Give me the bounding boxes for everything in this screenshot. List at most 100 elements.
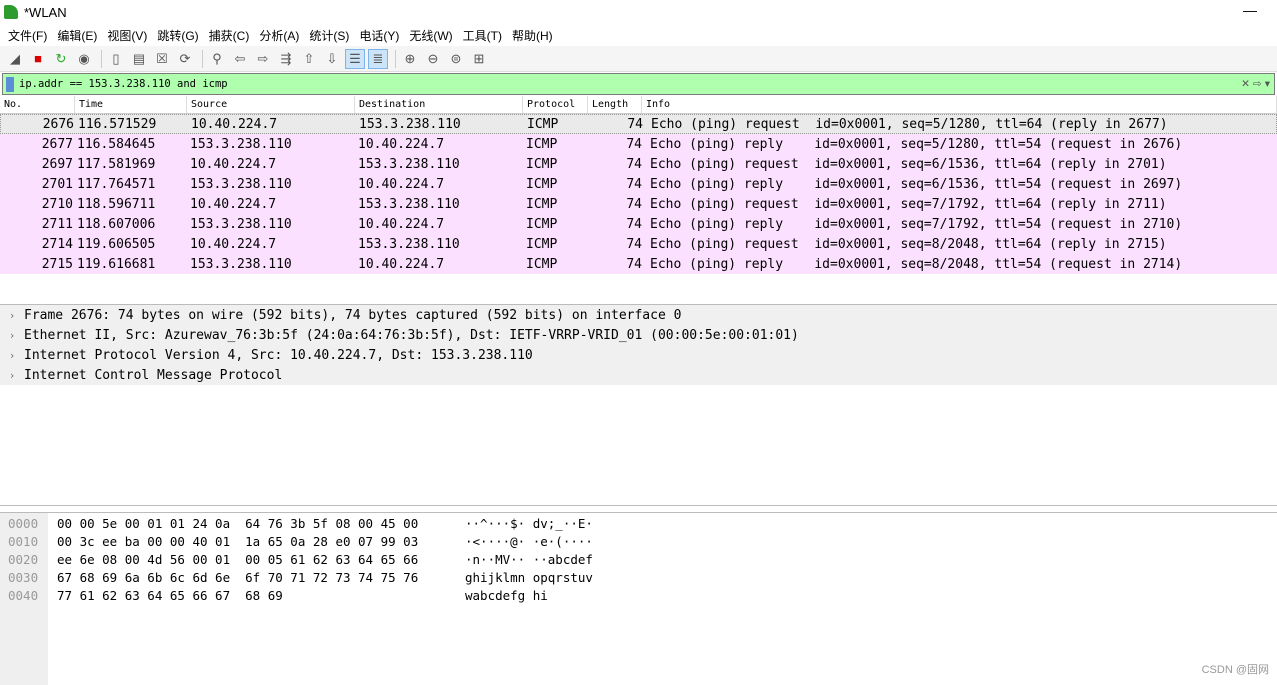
zoom-normal-button[interactable]: ⊜ bbox=[446, 49, 466, 69]
column-header-info[interactable]: Info bbox=[642, 96, 1277, 113]
main-toolbar: ◢ ■ ↻ ◉ ▯ ▤ ☒ ⟳ ⚲ ⇦ ⇨ ⇶ ⇧ ⇩ ☰ ≣ ⊕ ⊖ ⊜ ⊞ bbox=[0, 46, 1277, 72]
window-title: *WLAN bbox=[24, 4, 67, 20]
open-icon: ▯ bbox=[112, 50, 120, 66]
cell-time: 118.596711 bbox=[77, 196, 156, 212]
colorize-icon: ≣ bbox=[372, 50, 384, 66]
detail-tree-item[interactable]: › Internet Control Message Protocol bbox=[0, 365, 1277, 385]
hex-bytes[interactable]: 00 3c ee ba 00 00 40 01 1a 65 0a 28 e0 0… bbox=[48, 534, 465, 549]
detail-tree-item[interactable]: › Ethernet II, Src: Azurewav_76:3b:5f (24… bbox=[0, 325, 1277, 345]
zoom-in-icon: ⊕ bbox=[404, 50, 416, 66]
hex-bytes[interactable]: 77 61 62 63 64 65 66 67 68 69 bbox=[48, 588, 465, 603]
menu-item[interactable]: 捕获(C) bbox=[209, 27, 250, 44]
menu-item[interactable]: 帮助(H) bbox=[512, 27, 553, 44]
last-packet-icon: ⇩ bbox=[326, 50, 338, 66]
zoom-out-button[interactable]: ⊖ bbox=[423, 49, 443, 69]
cell-no: 2701 bbox=[41, 176, 73, 192]
display-filter-bar: ip.addr == 153.3.238.110 and icmp ✕ ⇨ ▾ bbox=[2, 73, 1275, 95]
clear-filter-button[interactable]: ✕ bbox=[1241, 78, 1250, 90]
apply-filter-button[interactable]: ⇨ bbox=[1253, 78, 1262, 90]
cell-info: Echo (ping) reply id=0x0001, seq=8/2048,… bbox=[650, 256, 1183, 272]
last-packet-button[interactable]: ⇩ bbox=[322, 49, 342, 69]
hex-ascii[interactable]: ··^···$· dv;_··E· bbox=[465, 516, 593, 531]
menu-bar: 文件(F) 编辑(E) 视图(V) 跳转(G) 捕获(C) 分析(A) 统计(S) 电话(Y)… bbox=[0, 24, 1277, 46]
save-button[interactable]: ▤ bbox=[129, 49, 149, 69]
packet-row[interactable]: 2714 119.606505 10.40.224.7 153.3.238.110 IC… bbox=[0, 234, 1277, 254]
packet-row[interactable]: 2697 117.581969 10.40.224.7 153.3.238.110 IC… bbox=[0, 154, 1277, 174]
detail-text: Ethernet II, Src: Azurewav_76:3b:5f (24:… bbox=[24, 327, 799, 343]
detail-tree-item[interactable]: › Internet Protocol Version 4, Src: 10.40… bbox=[0, 345, 1277, 365]
column-header-no[interactable]: No. bbox=[0, 96, 75, 113]
close-button[interactable]: ☒ bbox=[152, 49, 172, 69]
zoom-out-icon: ⊖ bbox=[427, 50, 439, 66]
hex-bytes[interactable]: ee 6e 08 00 4d 56 00 01 00 05 61 62 63 6… bbox=[48, 552, 465, 567]
shark-fin-start-button[interactable]: ◢ bbox=[5, 49, 25, 69]
hex-ascii[interactable]: ·<····@· ·e·(···· bbox=[465, 534, 593, 549]
filter-history-dropdown[interactable]: ▾ bbox=[1265, 78, 1270, 90]
resize-columns-button[interactable]: ⊞ bbox=[469, 49, 489, 69]
chevron-right-icon[interactable]: › bbox=[0, 349, 24, 362]
open-button[interactable]: ▯ bbox=[106, 49, 126, 69]
shark-fin-start-icon: ◢ bbox=[10, 50, 20, 66]
packet-row[interactable]: 2711 118.607006 153.3.238.110 10.40.224.7 IC… bbox=[0, 214, 1277, 234]
column-header-length[interactable]: Length bbox=[588, 96, 642, 113]
first-packet-button[interactable]: ⇧ bbox=[299, 49, 319, 69]
hex-row: 0000 00 00 5e 00 01 01 24 0a 64 76 3b 5f … bbox=[0, 514, 1277, 532]
packet-row[interactable]: 2677 116.584645 153.3.238.110 10.40.224.7 IC… bbox=[0, 134, 1277, 154]
chevron-right-icon[interactable]: › bbox=[0, 309, 24, 322]
menu-item[interactable]: 分析(A) bbox=[259, 27, 299, 44]
hex-bytes[interactable]: 67 68 69 6a 6b 6c 6d 6e 6f 70 71 72 73 7… bbox=[48, 570, 465, 585]
cell-source: 10.40.224.7 bbox=[190, 236, 277, 252]
zoom-in-button[interactable]: ⊕ bbox=[400, 49, 420, 69]
menu-item[interactable]: 跳转(G) bbox=[157, 27, 198, 44]
go-forward-button[interactable]: ⇨ bbox=[253, 49, 273, 69]
packet-list: 2676 116.571529 10.40.224.7 153.3.238.110 IC… bbox=[0, 114, 1277, 274]
reload-icon: ⟳ bbox=[179, 50, 191, 66]
menu-item[interactable]: 电话(Y) bbox=[359, 27, 399, 44]
cell-length: 74 bbox=[626, 236, 642, 252]
bookmark-icon[interactable] bbox=[6, 76, 14, 92]
menu-item[interactable]: 文件(F) bbox=[8, 27, 47, 44]
hex-row: 0030 67 68 69 6a 6b 6c 6d 6e 6f 70 71 72 … bbox=[0, 568, 1277, 586]
detail-tree-item[interactable]: › Frame 2676: 74 bytes on wire (592 bits)… bbox=[0, 305, 1277, 325]
cell-time: 119.606505 bbox=[77, 236, 156, 252]
hex-ascii[interactable]: ghijklmn opqrstuv bbox=[465, 570, 593, 585]
packet-row[interactable]: 2701 117.764571 153.3.238.110 10.40.224.7 IC… bbox=[0, 174, 1277, 194]
toolbar-separator bbox=[101, 49, 102, 68]
cell-info: Echo (ping) request id=0x0001, seq=7/179… bbox=[650, 196, 1167, 212]
menu-item[interactable]: 统计(S) bbox=[309, 27, 349, 44]
find-button[interactable]: ⚲ bbox=[207, 49, 227, 69]
go-to-packet-button[interactable]: ⇶ bbox=[276, 49, 296, 69]
menu-item[interactable]: 无线(W) bbox=[409, 27, 452, 44]
column-header-protocol[interactable]: Protocol bbox=[523, 96, 588, 113]
colorize-button[interactable]: ≣ bbox=[368, 48, 388, 69]
column-header-source[interactable]: Source bbox=[187, 96, 355, 113]
auto-scroll-button[interactable]: ☰ bbox=[345, 48, 365, 69]
menu-item[interactable]: 工具(T) bbox=[463, 27, 502, 44]
chevron-right-icon[interactable]: › bbox=[0, 369, 24, 382]
column-header-destination[interactable]: Destination bbox=[355, 96, 523, 113]
go-back-button[interactable]: ⇦ bbox=[230, 49, 250, 69]
hex-offset: 0020 bbox=[8, 551, 39, 567]
stop-button[interactable]: ■ bbox=[28, 49, 48, 69]
hex-bytes[interactable]: 00 00 5e 00 01 01 24 0a 64 76 3b 5f 08 0… bbox=[48, 516, 465, 531]
options-button[interactable]: ◉ bbox=[74, 49, 94, 69]
detail-text: Internet Control Message Protocol bbox=[24, 367, 283, 383]
cell-no: 2715 bbox=[41, 256, 73, 272]
hex-offset: 0030 bbox=[8, 569, 39, 585]
packet-row[interactable]: 2710 118.596711 10.40.224.7 153.3.238.110 IC… bbox=[0, 194, 1277, 214]
cell-info: Echo (ping) reply id=0x0001, seq=5/1280,… bbox=[650, 136, 1183, 152]
zoom-normal-icon: ⊜ bbox=[450, 50, 462, 66]
column-header-time[interactable]: Time bbox=[75, 96, 187, 113]
hex-ascii[interactable]: ·n··MV·· ··abcdef bbox=[465, 552, 593, 567]
hex-ascii[interactable]: wabcdefg hi bbox=[465, 588, 548, 603]
minimize-button[interactable]: — bbox=[1243, 2, 1257, 18]
menu-item[interactable]: 视图(V) bbox=[107, 27, 147, 44]
toolbar-separator bbox=[395, 49, 396, 68]
display-filter-input[interactable]: ip.addr == 153.3.238.110 and icmp bbox=[19, 78, 1241, 90]
restart-button[interactable]: ↻ bbox=[51, 49, 71, 69]
packet-row[interactable]: 2715 119.616681 153.3.238.110 10.40.224.7 IC… bbox=[0, 254, 1277, 274]
reload-button[interactable]: ⟳ bbox=[175, 49, 195, 69]
chevron-right-icon[interactable]: › bbox=[0, 329, 24, 342]
menu-item[interactable]: 编辑(E) bbox=[57, 27, 97, 44]
packet-row[interactable]: 2676 116.571529 10.40.224.7 153.3.238.110 IC… bbox=[0, 114, 1277, 134]
